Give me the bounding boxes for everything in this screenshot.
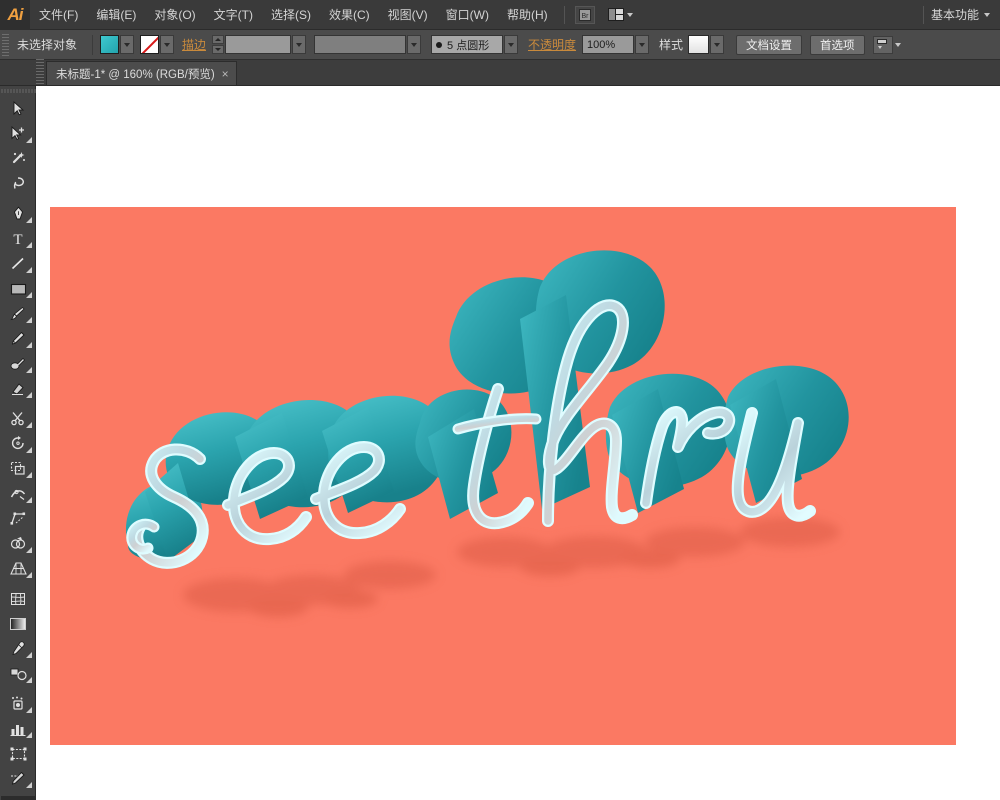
gradient-tool[interactable] (1, 611, 35, 636)
style-label: 样式 (659, 38, 684, 52)
pen-tool[interactable] (1, 201, 35, 226)
artboard[interactable]: see thru (50, 207, 956, 745)
word-thru (415, 250, 849, 530)
slice-tool[interactable] (1, 766, 35, 791)
selection-tool[interactable] (1, 96, 35, 121)
eraser-tool[interactable] (1, 376, 35, 401)
menu-type[interactable]: 文字(T) (205, 0, 262, 30)
document-tab[interactable]: 未标题-1* @ 160% (RGB/预览) × (46, 61, 237, 85)
stroke-weight-stepper[interactable] (212, 35, 225, 54)
control-bar-grip[interactable] (2, 33, 9, 56)
app-logo: Ai (0, 0, 30, 30)
width-tool[interactable] (1, 481, 35, 506)
stroke-weight-input[interactable] (225, 35, 292, 54)
hand-tool[interactable] (1, 796, 35, 800)
brush-definition-field[interactable]: 5 点圆形 (431, 35, 504, 54)
opacity-panel-link[interactable]: 不透明度 (528, 36, 576, 53)
symbol-sprayer-tool[interactable] (1, 691, 35, 716)
fill-control[interactable] (100, 35, 134, 54)
stroke-weight-dropdown-button[interactable] (292, 35, 307, 54)
document-canvas[interactable]: see thru (36, 86, 1000, 800)
stroke-profile-input[interactable] (314, 35, 407, 54)
type-tool[interactable]: T (1, 226, 35, 251)
chevron-down-icon (626, 12, 633, 17)
free-transform-tool[interactable] (1, 506, 35, 531)
close-icon[interactable]: × (222, 67, 229, 81)
svg-text:Br: Br (581, 13, 589, 20)
column-graph-tool[interactable] (1, 716, 35, 741)
lasso-tool[interactable] (1, 171, 35, 196)
line-segment-tool[interactable] (1, 251, 35, 276)
fill-swatch[interactable] (100, 35, 119, 54)
magic-wand-tool[interactable] (1, 146, 35, 171)
tab-bar-grip[interactable] (36, 59, 44, 85)
blob-brush-tool[interactable] (1, 351, 35, 376)
tools-panel: T (0, 86, 36, 800)
svg-text:T: T (13, 232, 22, 246)
rectangle-tool[interactable] (1, 276, 35, 301)
graphic-style-swatch[interactable] (688, 35, 710, 54)
scissors-tool[interactable] (1, 406, 35, 431)
eyedropper-tool[interactable] (1, 636, 35, 661)
selection-status-label: 未选择对象 (17, 38, 78, 52)
rotate-tool[interactable] (1, 431, 35, 456)
stroke-panel-link[interactable]: 描边 (182, 36, 206, 53)
document-setup-button[interactable]: 文档设置 (736, 34, 803, 55)
opacity-dropdown-button[interactable] (635, 35, 650, 54)
stroke-dropdown-button[interactable] (160, 35, 174, 54)
opacity-input[interactable]: 100% (582, 35, 635, 54)
mesh-tool[interactable] (1, 586, 35, 611)
paintbrush-tool[interactable] (1, 301, 35, 326)
chevron-down-icon (984, 12, 990, 17)
menu-help[interactable]: 帮助(H) (498, 0, 557, 30)
panel-menu-icon[interactable] (872, 35, 893, 54)
tools-panel-grip[interactable] (0, 86, 36, 96)
preferences-button[interactable]: 首选项 (810, 34, 865, 55)
brush-dot-icon (436, 41, 443, 48)
shape-builder-tool[interactable] (1, 531, 35, 556)
arrange-documents-icon[interactable] (604, 5, 637, 25)
menu-view[interactable]: 视图(V) (379, 0, 437, 30)
stroke-profile-dropdown-button[interactable] (407, 35, 422, 54)
menu-bar: Ai 文件(F) 编辑(E) 对象(O) 文字(T) 选择(S) 效果(C) 视… (0, 0, 1000, 30)
artboard-tool[interactable] (1, 741, 35, 766)
menubar-divider (563, 5, 565, 24)
artwork-see-thru[interactable]: see thru (50, 207, 956, 745)
stroke-weight-decrement[interactable] (212, 45, 225, 54)
graphic-style-dropdown-button[interactable] (710, 35, 725, 54)
fill-dropdown-button[interactable] (120, 35, 134, 54)
brush-definition-dropdown-button[interactable] (504, 35, 519, 54)
cb-divider-1 (92, 34, 93, 55)
scale-tool[interactable] (1, 456, 35, 481)
stroke-swatch-none[interactable] (140, 35, 159, 54)
menubar-divider-right (922, 5, 924, 24)
direct-selection-tool[interactable] (1, 121, 35, 146)
workspace-label: 基本功能 (930, 8, 979, 22)
stroke-weight-increment[interactable] (212, 35, 225, 44)
menu-effect[interactable]: 效果(C) (320, 0, 379, 30)
blend-tool[interactable] (1, 661, 35, 686)
document-tab-bar: 未标题-1* @ 160% (RGB/预览) × (0, 59, 1000, 86)
menu-select[interactable]: 选择(S) (262, 0, 320, 30)
workspace-switcher[interactable]: 基本功能 (931, 6, 1000, 23)
stroke-color-control[interactable] (140, 35, 174, 54)
chevron-down-icon[interactable] (894, 42, 901, 47)
bridge-icon[interactable]: Br (574, 5, 595, 24)
pencil-tool[interactable] (1, 326, 35, 351)
brush-definition-label: 5 点圆形 (447, 39, 490, 52)
word-see (125, 395, 448, 569)
document-tab-title: 未标题-1* @ 160% (RGB/预览) (56, 68, 215, 81)
perspective-grid-tool[interactable] (1, 556, 35, 581)
menu-window[interactable]: 窗口(W) (437, 0, 498, 30)
menu-file[interactable]: 文件(F) (30, 0, 87, 30)
control-bar: 未选择对象 描边 5 点圆形 不透明度 100% 样式 文档设置 首选项 (0, 30, 1000, 60)
menu-object[interactable]: 对象(O) (145, 0, 204, 30)
menu-edit[interactable]: 编辑(E) (87, 0, 145, 30)
